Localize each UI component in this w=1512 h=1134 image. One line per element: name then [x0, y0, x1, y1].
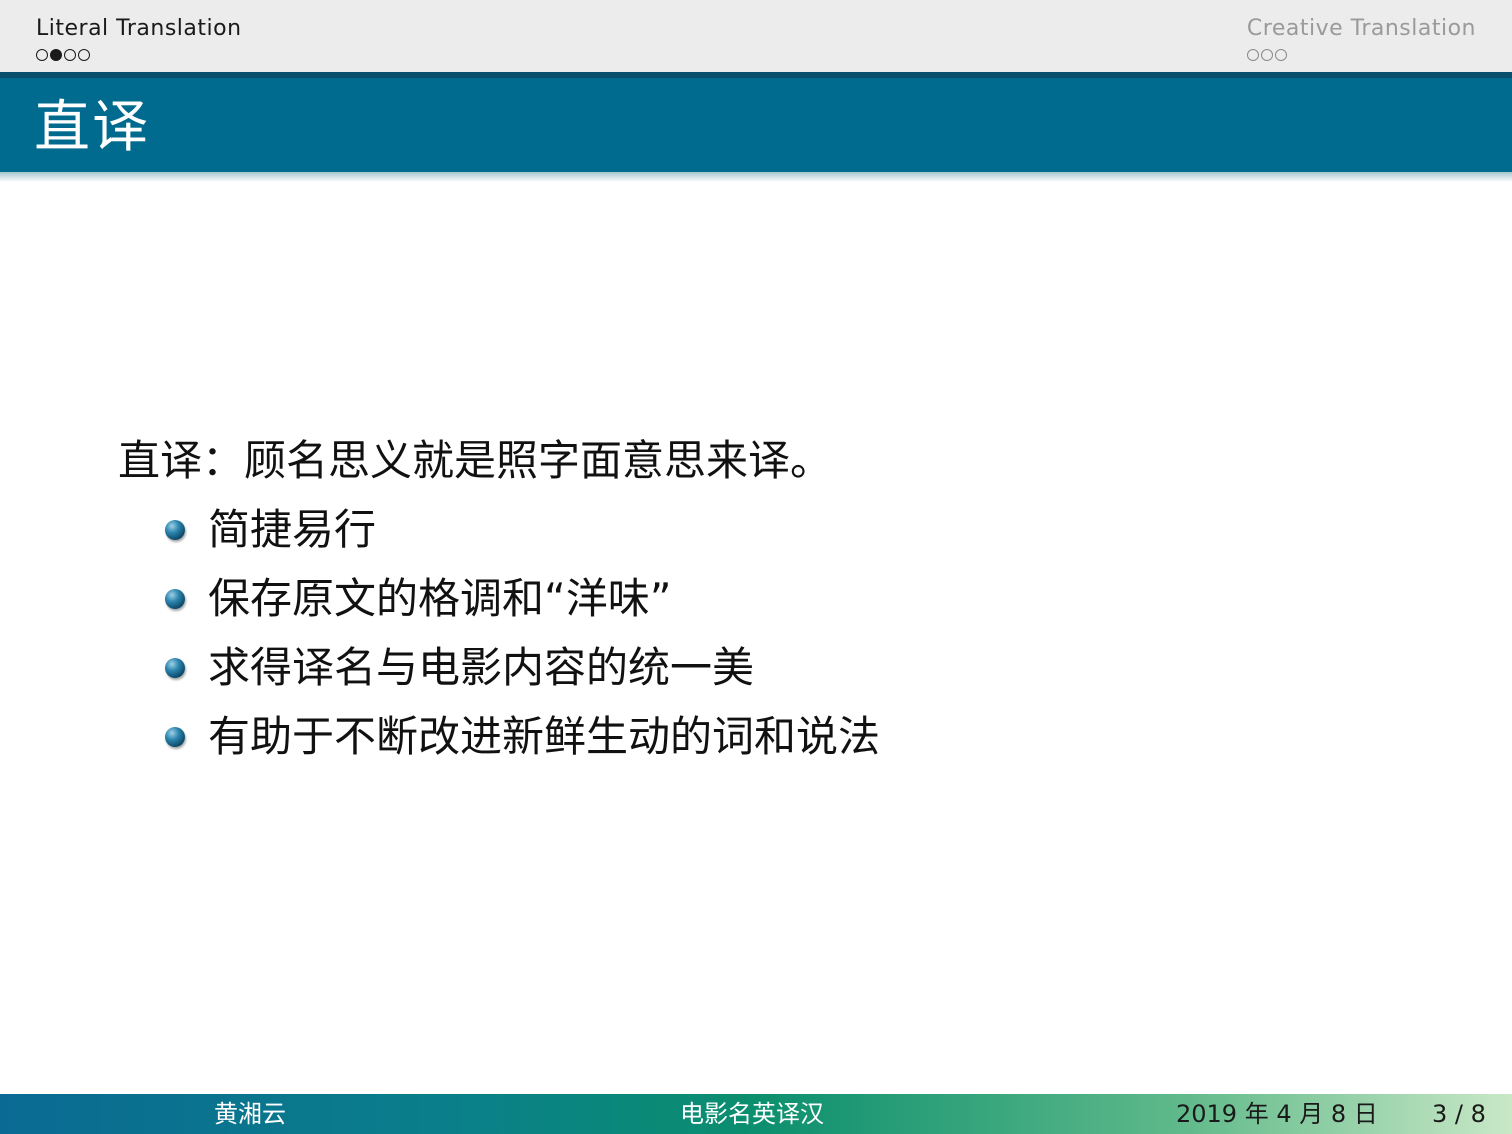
footer-bar: 黄湘云 电影名英译汉 2019 年 4 月 8 日 3 / 8: [0, 1094, 1512, 1134]
bullet-text: 保存原文的格调和“洋味”: [208, 574, 672, 623]
bullet-text: 简捷易行: [208, 505, 377, 554]
lead-sentence: 直译：顾名思义就是照字面意思来译。: [118, 436, 833, 485]
slide-dot-1[interactable]: [36, 49, 48, 61]
slide-dot-2-current[interactable]: [50, 49, 62, 61]
nav-section-literal-translation[interactable]: Literal Translation: [36, 14, 242, 63]
footer-short-title: 电影名英译汉: [680, 1100, 824, 1128]
bullet-item: 有助于不断改进新鲜生动的词和说法: [118, 707, 1418, 776]
bullet-ball-icon: [165, 658, 185, 678]
bullet-text: 求得译名与电影内容的统一美: [208, 643, 755, 692]
slide-dot-2[interactable]: [1260, 49, 1273, 61]
bullet-ball-icon: [165, 589, 185, 609]
bullet-text: 有助于不断改进新鲜生动的词和说法: [208, 712, 881, 761]
nav-section-creative-translation[interactable]: Creative Translation: [1246, 14, 1476, 63]
nav-section-title[interactable]: Literal Translation: [36, 14, 242, 44]
section-navigation-bar: Literal Translation Creative Translation: [0, 0, 1512, 72]
frame-title-bar: 直译: [0, 72, 1512, 182]
nav-section-title[interactable]: Creative Translation: [1247, 14, 1476, 44]
slide-body: 直译：顾名思义就是照字面意思来译。 简捷易行 保存原文的格调和“洋味” 求得译名…: [118, 432, 1418, 776]
footer-author: 黄湘云: [214, 1100, 286, 1128]
bullet-item: 保存原文的格调和“洋味”: [118, 569, 1418, 638]
bullet-ball-icon: [165, 520, 185, 540]
nav-slide-dots: [1246, 47, 1476, 63]
slide-dot-1[interactable]: [1246, 49, 1259, 61]
slide-dot-3[interactable]: [64, 49, 76, 61]
slide-dot-3[interactable]: [1274, 49, 1287, 61]
bullet-ball-icon: [165, 727, 185, 747]
bullet-item: 简捷易行: [118, 500, 1418, 569]
slide-dot-4[interactable]: [78, 49, 90, 61]
frame-title: 直译: [34, 95, 150, 160]
nav-slide-dots: [36, 47, 242, 63]
footer-date: 2019 年 4 月 8 日: [1176, 1100, 1378, 1128]
bullet-list: 简捷易行 保存原文的格调和“洋味” 求得译名与电影内容的统一美 有助于不断改进新…: [118, 500, 1418, 776]
bullet-item: 求得译名与电影内容的统一美: [118, 638, 1418, 707]
footer-page-number: 3 / 8: [1432, 1100, 1486, 1128]
